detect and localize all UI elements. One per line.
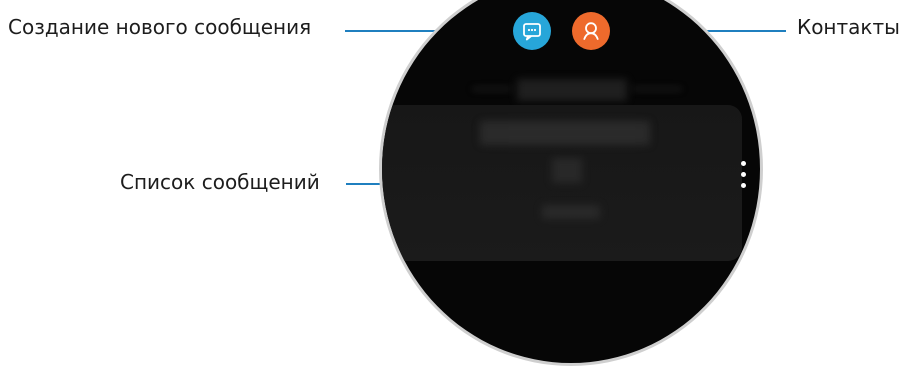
contacts-button[interactable] xyxy=(572,12,610,50)
message-preview-blur xyxy=(552,158,582,183)
message-icon xyxy=(523,23,541,41)
message-time-blur xyxy=(542,205,600,219)
header-divider-right xyxy=(632,88,682,90)
annotation-message-list: Список сообщений xyxy=(120,170,320,194)
more-vertical-icon xyxy=(740,183,746,188)
more-vertical-icon xyxy=(740,172,746,177)
new-message-button[interactable] xyxy=(513,12,551,50)
message-sender-blur xyxy=(480,121,650,145)
more-options-button[interactable] xyxy=(739,161,747,195)
header-divider-left xyxy=(472,88,512,90)
annotation-new-message: Создание нового сообщения xyxy=(8,15,312,39)
screenshot-stage: Создание нового сообщения Контакты Списо… xyxy=(0,0,908,366)
more-vertical-icon xyxy=(740,161,746,166)
watch-screen xyxy=(379,0,763,366)
message-list[interactable] xyxy=(382,105,742,261)
contact-icon xyxy=(583,22,599,40)
header-title-blur xyxy=(517,79,627,101)
annotation-contacts: Контакты xyxy=(797,15,900,39)
